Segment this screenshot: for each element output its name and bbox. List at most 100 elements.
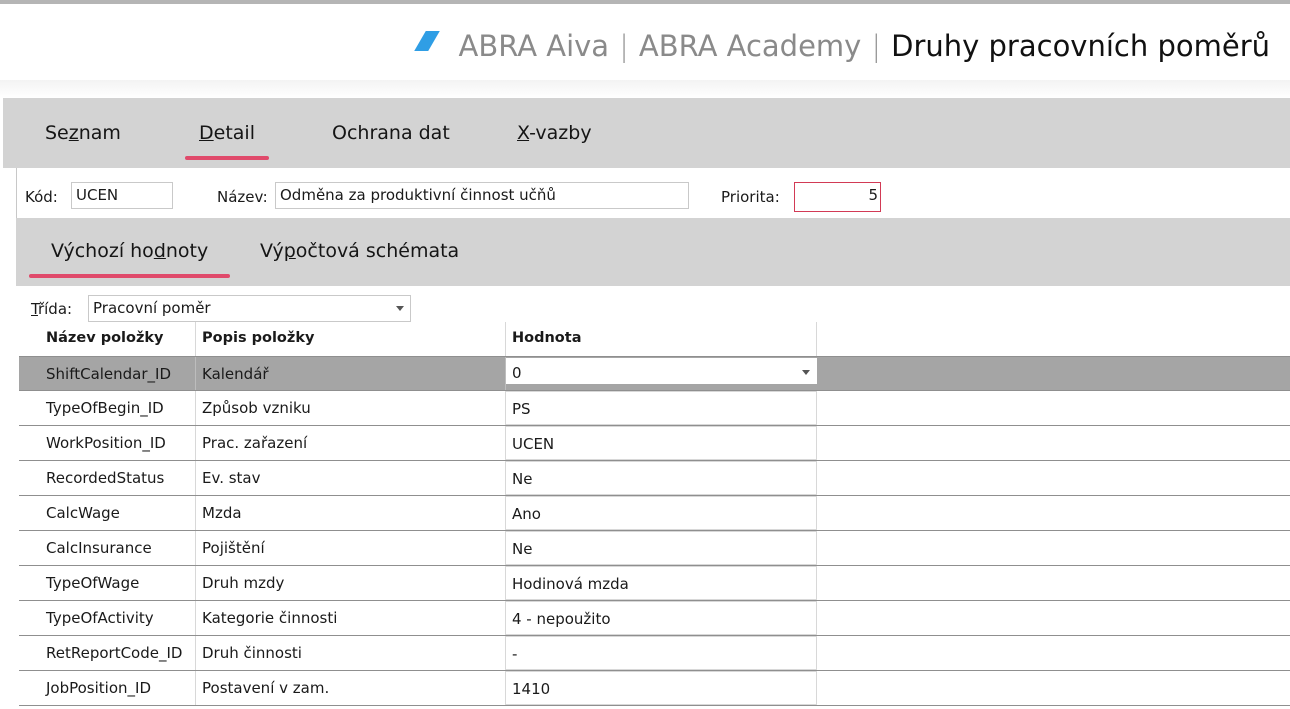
- tab-label: Se: [45, 122, 69, 144]
- breadcrumb-company[interactable]: ABRA Academy: [639, 29, 861, 63]
- cell-hodnota-text: 0: [512, 364, 522, 382]
- cell-hodnota-text: Hodinová mzda: [512, 575, 629, 593]
- grid-header: Název položky Popis položky Hodnota: [19, 322, 1290, 356]
- table-row[interactable]: RetReportCode_ID Druh činnosti -: [19, 636, 1290, 671]
- column-header-hodnota[interactable]: Hodnota: [506, 322, 817, 356]
- cell-popis[interactable]: Způsob vzniku: [196, 391, 506, 425]
- cell-nazev[interactable]: TypeOfWage: [40, 566, 196, 600]
- cell-nazev[interactable]: ShiftCalendar_ID: [40, 357, 196, 390]
- breadcrumb-app[interactable]: ABRA Aiva: [458, 29, 609, 63]
- tab-label: noty: [165, 240, 209, 262]
- cell-popis[interactable]: Pojištění: [196, 531, 506, 565]
- kod-label: Kód:: [25, 188, 58, 206]
- cell-nazev[interactable]: WorkPosition_ID: [40, 426, 196, 460]
- cell-hodnota[interactable]: -: [506, 636, 817, 670]
- cell-hodnota[interactable]: PS: [506, 391, 817, 425]
- sub-tabs: Výchozí hodnoty Výpočtová schémata: [16, 218, 1290, 286]
- chevron-down-icon[interactable]: [396, 306, 404, 311]
- column-header-nazev[interactable]: Název položky: [40, 322, 196, 356]
- chevron-down-icon[interactable]: [802, 370, 810, 375]
- tab-label: Výchozí ho: [51, 240, 154, 262]
- cell-hodnota[interactable]: 1410: [506, 671, 817, 705]
- cell-popis[interactable]: Kategorie činnosti: [196, 601, 506, 635]
- table-row[interactable]: ShiftCalendar_ID Kalendář 0: [19, 356, 1290, 391]
- values-grid: Název položky Popis položky Hodnota Shif…: [19, 322, 1290, 706]
- cell-hodnota-text: -: [512, 645, 518, 663]
- cell-hodnota-text: 4 - nepoužito: [512, 610, 611, 628]
- cell-nazev-text: TypeOfActivity: [46, 609, 154, 627]
- active-tab-indicator: [29, 274, 231, 278]
- cell-nazev[interactable]: RetReportCode_ID: [40, 636, 196, 670]
- cell-popis-text: Prac. zařazení: [202, 434, 308, 452]
- column-header-popis[interactable]: Popis položky: [196, 322, 506, 356]
- cell-popis[interactable]: Druh mzdy: [196, 566, 506, 600]
- cell-nazev-text: CalcInsurance: [46, 539, 152, 557]
- cell-popis-text: Druh mzdy: [202, 574, 285, 592]
- cell-popis[interactable]: Ev. stav: [196, 461, 506, 495]
- trida-select[interactable]: Pracovní poměr: [88, 295, 411, 322]
- cell-popis-text: Druh činnosti: [202, 644, 302, 662]
- table-row[interactable]: CalcWage Mzda Ano: [19, 496, 1290, 531]
- cell-hodnota[interactable]: 0: [506, 358, 817, 384]
- tab-accelerator: X: [517, 122, 530, 144]
- cell-popis[interactable]: Postavení v zam.: [196, 671, 506, 705]
- cell-hodnota-text: 1410: [512, 680, 551, 698]
- table-row[interactable]: JobPosition_ID Postavení v zam. 1410: [19, 671, 1290, 706]
- cell-popis-text: Mzda: [202, 504, 242, 522]
- cell-nazev[interactable]: TypeOfActivity: [40, 601, 196, 635]
- tab-x-vazby[interactable]: X-vazby: [517, 122, 592, 144]
- cell-popis[interactable]: Druh činnosti: [196, 636, 506, 670]
- table-row[interactable]: TypeOfWage Druh mzdy Hodinová mzda: [19, 566, 1290, 601]
- page-title: Druhy pracovních poměrů: [891, 29, 1270, 63]
- priorita-input[interactable]: 5: [794, 182, 881, 212]
- cell-nazev[interactable]: CalcWage: [40, 496, 196, 530]
- header-fields: Kód: UCEN Název: Odměna za produktivní č…: [16, 168, 1290, 218]
- cell-popis[interactable]: Kalendář: [196, 357, 506, 390]
- cell-hodnota[interactable]: Hodinová mzda: [506, 566, 817, 600]
- label-accelerator: T: [31, 300, 38, 318]
- kod-input[interactable]: UCEN: [71, 182, 173, 209]
- cell-nazev-text: RetReportCode_ID: [46, 644, 183, 662]
- active-tab-indicator: [185, 156, 269, 160]
- cell-popis-text: Pojištění: [202, 539, 265, 557]
- table-row[interactable]: RecordedStatus Ev. stav Ne: [19, 461, 1290, 496]
- table-row[interactable]: CalcInsurance Pojištění Ne: [19, 531, 1290, 566]
- tab-seznam[interactable]: Seznam: [45, 122, 121, 144]
- cell-nazev[interactable]: JobPosition_ID: [40, 671, 196, 705]
- nazev-input[interactable]: Odměna za produktivní činnost učňů: [275, 182, 689, 209]
- trida-value: Pracovní poměr: [93, 299, 211, 317]
- tab-vychozi-hodnoty[interactable]: Výchozí hodnoty: [29, 240, 231, 278]
- cell-nazev[interactable]: CalcInsurance: [40, 531, 196, 565]
- tab-detail[interactable]: Detail: [185, 122, 269, 160]
- cell-nazev-text: CalcWage: [46, 504, 120, 522]
- cell-nazev[interactable]: TypeOfBegin_ID: [40, 391, 196, 425]
- cell-hodnota[interactable]: Ano: [506, 496, 817, 530]
- app-header: ABRA Aiva | ABRA Academy | Druhy pracovn…: [0, 4, 1290, 80]
- tab-ochrana-dat[interactable]: Ochrana dat: [332, 122, 450, 144]
- cell-hodnota[interactable]: UCEN: [506, 426, 817, 460]
- cell-nazev[interactable]: RecordedStatus: [40, 461, 196, 495]
- cell-popis[interactable]: Prac. zařazení: [196, 426, 506, 460]
- table-row[interactable]: TypeOfBegin_ID Způsob vzniku PS: [19, 391, 1290, 426]
- tab-label: nam: [78, 122, 121, 144]
- tab-label: etail: [213, 122, 255, 144]
- cell-popis[interactable]: Mzda: [196, 496, 506, 530]
- tab-accelerator: z: [68, 122, 79, 144]
- tab-accelerator: p: [283, 240, 296, 262]
- cell-nazev-text: ShiftCalendar_ID: [46, 365, 172, 383]
- table-row[interactable]: TypeOfActivity Kategorie činnosti 4 - nepo…: [19, 601, 1290, 636]
- tab-accelerator: d: [153, 240, 166, 262]
- cell-popis-text: Ev. stav: [202, 469, 261, 487]
- cell-hodnota-text: Ne: [512, 540, 533, 558]
- label-text: řída:: [37, 300, 73, 318]
- tab-vypoctova-schemata[interactable]: Výpočtová schémata: [260, 240, 459, 262]
- cell-hodnota-text: Ano: [512, 505, 541, 523]
- abra-logo-icon: [414, 31, 441, 51]
- cell-hodnota[interactable]: Ne: [506, 531, 817, 565]
- cell-hodnota-text: PS: [512, 400, 531, 418]
- cell-hodnota[interactable]: 4 - nepoužito: [506, 601, 817, 635]
- tab-accelerator: D: [199, 122, 214, 144]
- table-row[interactable]: WorkPosition_ID Prac. zařazení UCEN: [19, 426, 1290, 461]
- cell-hodnota-text: Ne: [512, 470, 533, 488]
- cell-hodnota[interactable]: Ne: [506, 461, 817, 495]
